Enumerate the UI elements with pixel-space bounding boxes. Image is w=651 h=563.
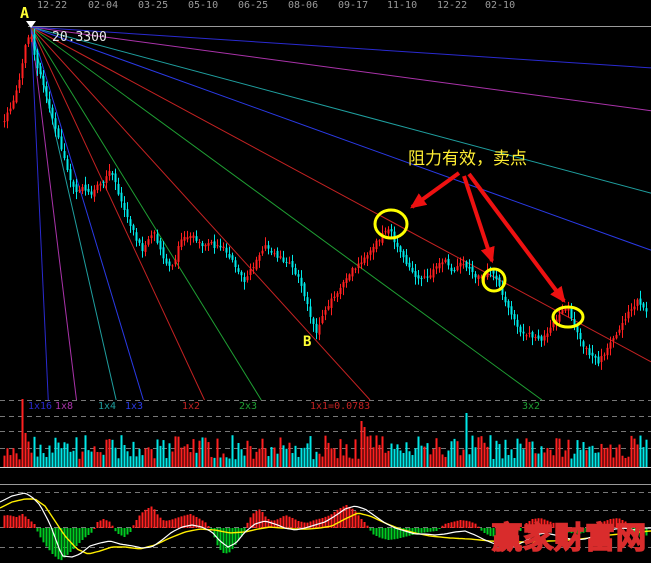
date-tick-label: 03-25 [138, 0, 168, 11]
gann-ratio-label: 2x3 [239, 401, 257, 412]
gann-line-1x2 [31, 27, 204, 400]
gann-line-1x3 [31, 27, 143, 400]
watermark-text: 赢家财富网 [492, 513, 647, 557]
gann-ratio-label: 1x3 [125, 401, 143, 412]
date-tick-label: 12-22 [37, 0, 67, 11]
gann-line-1x16 [31, 27, 48, 400]
gann-point-b-label[interactable]: B [303, 334, 311, 350]
point-a-price-label: 20.3300 [52, 30, 107, 45]
gann-point-a-label[interactable]: A [20, 4, 29, 22]
gann-fan-lines [28, 27, 651, 401]
gann-line-1x8 [31, 27, 76, 400]
gann-line-3x2 [31, 27, 542, 400]
gann-ratio-label: 1x8 [55, 401, 73, 412]
sell-point-arrow [412, 173, 459, 207]
date-tick-label: 11-10 [387, 0, 417, 11]
candlestick-series [4, 29, 648, 370]
gann-line-aux [31, 27, 651, 111]
gann-ratio-label: 1x4 [98, 401, 116, 412]
gann-line-aux [31, 27, 651, 193]
gann-ratio-label: 1x16 [28, 401, 52, 412]
date-tick-label: 02-10 [485, 0, 515, 11]
gann-line-1x1=0.0783 [31, 27, 370, 400]
price-chart-canvas[interactable] [0, 0, 651, 563]
date-tick-label: 08-06 [288, 0, 318, 11]
gann-ratio-label: 1x1=0.0783 [310, 401, 370, 412]
date-tick-label: 09-17 [338, 0, 368, 11]
gann-line-aux [31, 27, 651, 68]
gann-line-aux [31, 27, 651, 362]
gann-ratio-label: 3x2 [522, 401, 540, 412]
resistance-sell-note: 阻力有效，卖点 [408, 144, 527, 169]
date-tick-label: 06-25 [238, 0, 268, 11]
gann-ratio-label: 1x2 [182, 401, 200, 412]
date-tick-label: 02-04 [88, 0, 118, 11]
point-a-triangle-marker [26, 21, 36, 28]
gann-line-2x3 [31, 27, 261, 400]
date-tick-label: 05-10 [188, 0, 218, 11]
date-tick-label: 12-22 [437, 0, 467, 11]
stock-chart-window: { "header": { "dates": ["12-22","02-04",… [0, 0, 651, 563]
